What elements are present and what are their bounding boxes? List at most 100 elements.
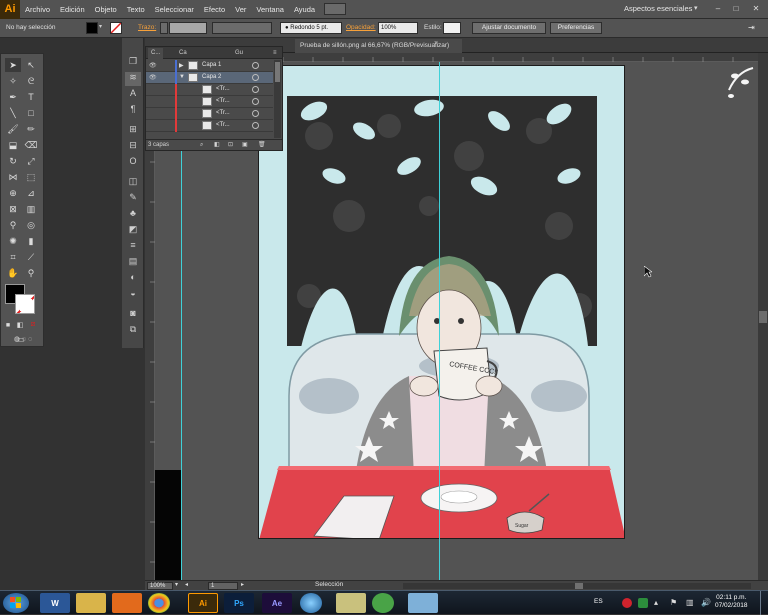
window-thumbnail-icon[interactable] (408, 593, 438, 613)
sublayer-name[interactable]: <Tr... (216, 86, 230, 92)
system-clock[interactable]: 02:11 p.m. 07/02/2018 (715, 594, 748, 610)
sublayer-name[interactable]: <Tr... (216, 98, 230, 104)
opentype-icon[interactable]: O (125, 156, 141, 170)
hand-tool-icon[interactable]: ✋ (5, 266, 21, 280)
create-sublayer-icon[interactable]: ⊡ (228, 140, 233, 151)
gradient-tool-icon[interactable]: ▥ (23, 202, 39, 216)
tray-app-icon[interactable] (638, 598, 648, 608)
character-icon[interactable]: A (125, 88, 141, 102)
paragraph-icon[interactable]: ¶ (125, 104, 141, 118)
arrange-documents-button[interactable] (324, 3, 347, 15)
minimize-button[interactable]: – (710, 2, 726, 15)
guide-line-center[interactable] (439, 62, 440, 580)
stroke-label[interactable]: Trazo: (138, 24, 156, 31)
offboard-flourish[interactable] (723, 62, 758, 102)
appearance-icon[interactable]: ◒ (125, 288, 141, 302)
chevron-down-icon[interactable]: ▾ (99, 22, 105, 34)
locate-object-icon[interactable]: ⌕ (200, 140, 203, 151)
links-icon[interactable]: ⧉ (125, 324, 141, 338)
layer-row[interactable]: 👁 ▶ Capa 1 (146, 60, 273, 72)
visibility-eye-icon[interactable]: 👁 (149, 75, 157, 81)
graphic-styles-icon[interactable]: ◩ (125, 224, 141, 238)
make-clipping-mask-icon[interactable]: ◧ (214, 140, 220, 151)
gradient-mode-icon[interactable]: ◧ (15, 318, 25, 332)
symbols-icon[interactable]: ♣ (125, 208, 141, 222)
folder-icon[interactable] (336, 593, 366, 613)
layer-target-icon[interactable] (252, 62, 259, 69)
mesh-tool-icon[interactable]: ⊠ (5, 202, 21, 216)
layer-name[interactable]: Capa 1 (202, 62, 221, 68)
illustrator-app[interactable]: Ai (188, 593, 218, 613)
sublayer-row[interactable]: <Tr... (146, 96, 273, 108)
menu-ver[interactable]: Ver (230, 5, 251, 14)
layers-scrollbar[interactable] (274, 60, 281, 138)
stroke-swatch[interactable] (110, 22, 122, 34)
artboard-field[interactable]: 1 (208, 582, 238, 590)
tab-artboards[interactable]: Ca (176, 48, 190, 59)
layer-target-icon[interactable] (252, 86, 259, 93)
maximize-button[interactable]: □ (728, 2, 744, 15)
menu-seleccionar[interactable]: Seleccionar (150, 5, 199, 14)
layer-target-icon[interactable] (252, 122, 259, 129)
menu-objeto[interactable]: Objeto (90, 5, 122, 14)
menu-archivo[interactable]: Archivo (20, 5, 55, 14)
trash-icon[interactable]: 🗑 (258, 140, 266, 151)
expand-triangle-icon[interactable]: ▶ (179, 62, 184, 69)
eyedropper-tool-icon[interactable]: ⚲ (5, 218, 21, 232)
start-button[interactable] (3, 593, 29, 613)
rotate-tool-icon[interactable]: ↻ (5, 154, 21, 168)
zoom-dropdown-icon[interactable]: ▾ (175, 581, 178, 588)
brush-definition[interactable]: ● Redondo 5 pt. (280, 22, 342, 34)
preferences-button[interactable]: Preferencias (550, 22, 602, 34)
close-window-button[interactable]: ✕ (748, 2, 764, 15)
slice-tool-icon[interactable]: ⟋ (23, 250, 39, 264)
opacity-label[interactable]: Opacidad: (346, 24, 376, 31)
layer-target-icon[interactable] (252, 110, 259, 117)
tab-guides[interactable]: Gu (232, 48, 246, 59)
artboard-tool-icon[interactable]: ⌗ (5, 250, 21, 264)
vertical-scrollbar[interactable] (758, 53, 768, 580)
menu-texto[interactable]: Texto (122, 5, 150, 14)
sublayer-row[interactable]: <Tr... (146, 84, 273, 96)
lasso-tool-icon[interactable]: ᘓ (23, 74, 39, 88)
show-desktop-button[interactable] (760, 591, 768, 615)
selection-tool-icon[interactable]: ➤ (5, 58, 21, 72)
layers-scroll-thumb[interactable] (275, 62, 280, 82)
width-tool-icon[interactable]: ⋈ (5, 170, 21, 184)
stroke-color-box[interactable] (15, 294, 35, 314)
network-icon[interactable]: ▥ (686, 598, 696, 608)
offboard-black-shape[interactable] (155, 470, 182, 580)
artboards-icon[interactable]: ❐ (125, 56, 141, 70)
tray-chevron-icon[interactable]: ▴ (654, 598, 664, 608)
layer-target-icon[interactable] (252, 74, 259, 81)
stroke-weight-stepper[interactable] (160, 22, 168, 34)
blob-brush-tool-icon[interactable]: ⬓ (5, 138, 21, 152)
workspace-switcher[interactable]: Aspectos esenciales (624, 4, 692, 13)
volume-icon[interactable]: 🔊 (701, 598, 711, 608)
menu-edicion[interactable]: Edición (55, 5, 90, 14)
variable-width-profile[interactable] (212, 22, 272, 34)
free-transform-tool-icon[interactable]: ⬚ (23, 170, 39, 184)
zoom-field[interactable]: 100% (147, 582, 173, 590)
perspective-grid-tool-icon[interactable]: ⊿ (23, 186, 39, 200)
photoshop-app[interactable]: Ps (224, 593, 254, 613)
sublayer-row[interactable]: <Tr... (146, 120, 273, 132)
sublayer-name[interactable]: <Tr... (216, 122, 230, 128)
opacity-field[interactable]: 100% (378, 22, 418, 34)
word-app[interactable]: W (40, 593, 70, 613)
horizontal-scrollbar[interactable] (403, 583, 751, 589)
document-setup-button[interactable]: Ajustar documento (472, 22, 546, 34)
graphic-style-swatch[interactable] (443, 22, 461, 34)
transform-icon[interactable]: ⊞ (125, 124, 141, 138)
tab-layers[interactable]: C... (148, 48, 164, 59)
stroke-icon[interactable]: ≡ (125, 240, 141, 254)
chevron-down-icon[interactable]: ▾ (694, 4, 704, 14)
scrollbar-thumb[interactable] (759, 311, 767, 323)
symbol-sprayer-tool-icon[interactable]: ✺ (5, 234, 21, 248)
horizontal-scroll-thumb[interactable] (575, 583, 583, 589)
menu-efecto[interactable]: Efecto (199, 5, 230, 14)
artboard[interactable]: COFFEE CCC!! Sugar (258, 65, 625, 539)
paintbrush-tool-icon[interactable]: 🖌 (5, 122, 21, 136)
layer-target-icon[interactable] (252, 98, 259, 105)
fill-swatch[interactable] (86, 22, 98, 34)
